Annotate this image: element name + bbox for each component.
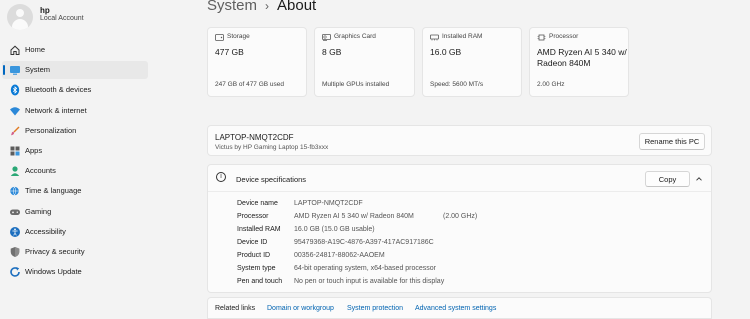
sidebar-item-home[interactable]: Home bbox=[2, 41, 148, 59]
card-value: AMD Ryzen AI 5 340 w/ Radeon 840M bbox=[537, 47, 627, 68]
sidebar-nav: Home System Bluetooth & devices Network … bbox=[0, 41, 150, 283]
sidebar-item-apps[interactable]: Apps bbox=[2, 142, 148, 160]
sidebar: hp Local Account Home System Bluetooth &… bbox=[0, 0, 150, 319]
globe-clock-icon bbox=[9, 185, 21, 197]
spec-value: 00356-24817-88062-AAOEM bbox=[294, 252, 385, 259]
card-sub: Multiple GPUs installed bbox=[322, 81, 390, 88]
card-sub: Speed: 5600 MT/s bbox=[430, 81, 484, 88]
processor-card[interactable]: Processor AMD Ryzen AI 5 340 w/ Radeon 8… bbox=[529, 27, 629, 97]
spec-value: 64-bit operating system, x64-based proce… bbox=[294, 265, 437, 272]
spec-value: LAPTOP-NMQT2CDF bbox=[294, 200, 363, 207]
pc-name-row: LAPTOP-NMQT2CDF Victus by HP Gaming Lapt… bbox=[207, 125, 712, 156]
info-icon: i bbox=[216, 172, 226, 182]
device-specifications-title: Device specifications bbox=[236, 175, 307, 184]
spec-key: Installed RAM bbox=[237, 226, 281, 233]
breadcrumb-parent[interactable]: System bbox=[207, 0, 257, 14]
card-label: Storage bbox=[227, 33, 250, 40]
sidebar-item-system[interactable]: System bbox=[2, 61, 148, 80]
sidebar-item-bluetooth[interactable]: Bluetooth & devices bbox=[2, 81, 148, 99]
chevron-up-icon[interactable] bbox=[694, 174, 704, 184]
spec-key: System type bbox=[237, 265, 276, 272]
spec-key: Processor bbox=[237, 213, 269, 220]
spec-key: Product ID bbox=[237, 252, 271, 259]
storage-card[interactable]: Storage 477 GB 247 GB of 477 GB used bbox=[207, 27, 307, 97]
sidebar-item-label: Apps bbox=[25, 145, 43, 155]
spec-key: Pen and touch bbox=[237, 278, 283, 285]
installed-ram-card[interactable]: Installed RAM 16.0 GB Speed: 5600 MT/s bbox=[422, 27, 522, 97]
wifi-icon bbox=[9, 105, 21, 117]
apps-icon bbox=[9, 145, 21, 157]
sidebar-item-label: Personalization bbox=[25, 125, 77, 135]
sidebar-item-gaming[interactable]: Gaming bbox=[2, 203, 148, 221]
card-label: Graphics Card bbox=[334, 33, 376, 40]
avatar bbox=[7, 4, 33, 30]
sidebar-item-label: Accounts bbox=[25, 166, 56, 176]
card-sub: 2.00 GHz bbox=[537, 81, 565, 88]
sidebar-item-accounts[interactable]: Accounts bbox=[2, 162, 148, 180]
gamepad-icon bbox=[9, 206, 21, 218]
card-value: 8 GB bbox=[322, 47, 342, 57]
rename-pc-button[interactable]: Rename this PC bbox=[639, 133, 705, 150]
accessibility-icon bbox=[9, 226, 21, 238]
system-protection-link[interactable]: System protection bbox=[347, 305, 403, 312]
card-value: 477 GB bbox=[215, 47, 244, 57]
shield-icon bbox=[9, 246, 21, 258]
device-specifications-header[interactable]: i Device specifications Copy bbox=[208, 165, 711, 192]
system-icon bbox=[9, 64, 21, 76]
update-icon bbox=[9, 266, 21, 278]
spec-key: Device name bbox=[237, 200, 278, 207]
bluetooth-icon bbox=[9, 84, 21, 96]
advanced-system-settings-link[interactable]: Advanced system settings bbox=[415, 305, 496, 312]
sidebar-item-label: Windows Update bbox=[25, 267, 82, 277]
graphics-card-icon bbox=[322, 34, 331, 41]
home-icon bbox=[9, 44, 21, 56]
device-specifications-panel: i Device specifications Copy Device name… bbox=[207, 164, 712, 293]
spec-value: No pen or touch input is available for t… bbox=[294, 278, 445, 285]
sidebar-item-accessibility[interactable]: Accessibility bbox=[2, 223, 148, 241]
user-name: hp bbox=[40, 6, 50, 15]
breadcrumb-separator: › bbox=[265, 0, 270, 13]
spec-key: Device ID bbox=[237, 239, 268, 246]
sidebar-item-label: Bluetooth & devices bbox=[25, 85, 92, 95]
spec-extra: (2.00 GHz) bbox=[443, 213, 478, 220]
sidebar-item-label: Gaming bbox=[25, 206, 52, 216]
domain-workgroup-link[interactable]: Domain or workgroup bbox=[267, 305, 334, 312]
pc-name: LAPTOP-NMQT2CDF bbox=[215, 133, 294, 142]
sidebar-item-network[interactable]: Network & internet bbox=[2, 102, 148, 120]
card-label: Processor bbox=[549, 33, 579, 40]
user-profile[interactable]: hp Local Account bbox=[4, 2, 148, 30]
sidebar-item-privacy-security[interactable]: Privacy & security bbox=[2, 243, 148, 261]
ram-icon bbox=[430, 34, 439, 41]
spec-value: 95479368-A19C-4876-A397-417AC917186C bbox=[294, 239, 434, 246]
sidebar-item-personalization[interactable]: Personalization bbox=[2, 122, 148, 140]
sidebar-item-label: Home bbox=[25, 45, 46, 54]
card-label: Installed RAM bbox=[442, 33, 483, 40]
sidebar-item-label: Network & internet bbox=[25, 105, 87, 115]
spec-value: 16.0 GB (15.0 GB usable) bbox=[294, 226, 375, 233]
pc-model: Victus by HP Gaming Laptop 15-fb3xxx bbox=[215, 144, 329, 151]
storage-icon bbox=[215, 34, 224, 41]
copy-button[interactable]: Copy bbox=[645, 171, 690, 187]
related-links-bar: Related links Domain or workgroup System… bbox=[207, 297, 712, 319]
sidebar-item-label: System bbox=[25, 65, 51, 75]
processor-icon bbox=[537, 34, 546, 41]
avatar-head bbox=[16, 9, 24, 17]
page-title: About bbox=[277, 0, 317, 14]
sidebar-item-label: Time & language bbox=[25, 186, 82, 196]
sidebar-item-label: Accessibility bbox=[25, 226, 66, 236]
accounts-icon bbox=[9, 165, 21, 177]
related-links-label: Related links bbox=[215, 305, 256, 312]
breadcrumb: System › About bbox=[207, 0, 316, 14]
avatar-body bbox=[12, 19, 28, 30]
graphics-card-card[interactable]: Graphics Card 8 GB Multiple GPUs install… bbox=[314, 27, 415, 97]
brush-icon bbox=[9, 125, 21, 137]
card-sub: 247 GB of 477 GB used bbox=[215, 81, 285, 88]
sidebar-item-label: Privacy & security bbox=[25, 246, 85, 256]
account-type: Local Account bbox=[40, 15, 84, 22]
sidebar-item-windows-update[interactable]: Windows Update bbox=[2, 263, 148, 281]
card-value: 16.0 GB bbox=[430, 47, 462, 57]
spec-value: AMD Ryzen AI 5 340 w/ Radeon 840M bbox=[294, 213, 414, 220]
sidebar-item-time-language[interactable]: Time & language bbox=[2, 182, 148, 200]
